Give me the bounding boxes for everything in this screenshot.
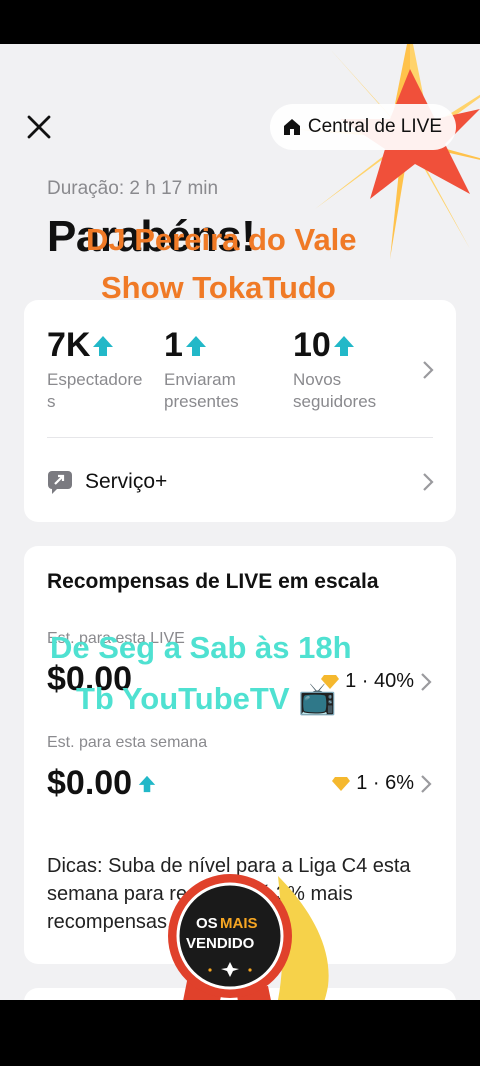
overlay-dj-name: DJ Pereira do Vale (86, 222, 357, 257)
league-badge-text: 1 · 6% (356, 772, 414, 794)
stat-label-cont: seguidores (293, 392, 377, 411)
live-center-button[interactable]: Central de LIVE (269, 104, 456, 150)
stat-label: Espectadore (47, 370, 143, 389)
seal-text-os: OS (196, 915, 218, 932)
seal-text-vendido: VENDIDO (186, 935, 255, 952)
stat-label: Novos (293, 370, 342, 389)
overlay-schedule: De Seg a Sab às 18h (50, 630, 352, 665)
stat-value: 10 (293, 326, 331, 364)
amount-value: $0.00 (47, 764, 133, 802)
chevron-right-icon (421, 672, 432, 691)
close-button[interactable] (22, 110, 56, 144)
stat-new-followers: 10 Novos seguidores (293, 326, 376, 413)
arrow-up-icon (93, 335, 114, 356)
close-icon (27, 115, 51, 139)
diamond-icon (332, 776, 351, 791)
home-icon (283, 119, 300, 135)
bottom-bar (0, 1000, 480, 1066)
seal-text-mais: MAIS (220, 915, 258, 932)
arrow-up-icon (185, 335, 206, 356)
chevron-right-icon (421, 774, 432, 793)
live-summary-screen: Central de LIVE Duração: 2 h 17 min Para… (0, 44, 480, 1000)
est-week-amount: $0.00 (47, 764, 156, 803)
week-league-badge-row[interactable]: 1 · 6% (332, 772, 432, 795)
service-icon (48, 471, 72, 494)
duration-text: Duração: 2 h 17 min (47, 178, 219, 199)
overlay-youtube: Tb YouTubeTV 📺 (76, 681, 337, 716)
arrow-up-icon (138, 775, 156, 792)
stat-label-cont: s (47, 392, 56, 411)
stat-value: 1 (164, 326, 183, 364)
arrow-up-icon (333, 335, 354, 356)
stats-card: 7K Espectadore s 1 Enviaram presentes 10 (24, 300, 456, 522)
stats-row[interactable]: 7K Espectadore s 1 Enviaram presentes 10 (47, 326, 456, 416)
league-badge-text: 1 · 40% (345, 670, 414, 692)
chevron-right-icon (423, 361, 434, 379)
stat-gifters: 1 Enviaram presentes (164, 326, 239, 413)
stat-label: Enviaram (164, 370, 236, 389)
stat-viewers: 7K Espectadore s (47, 326, 142, 413)
est-week-label: Est. para esta semana (47, 734, 208, 751)
live-league-badge-row[interactable]: 1 · 40% (321, 670, 432, 693)
service-label: Serviço+ (85, 470, 168, 493)
stat-value: 7K (47, 326, 91, 364)
service-plus-row[interactable]: Serviço+ (47, 460, 456, 504)
rewards-title: Recompensas de LIVE em escala (47, 570, 379, 593)
stat-label-cont: presentes (164, 392, 239, 411)
divider (47, 437, 433, 438)
chevron-right-icon (423, 473, 434, 491)
live-center-label: Central de LIVE (307, 116, 442, 137)
